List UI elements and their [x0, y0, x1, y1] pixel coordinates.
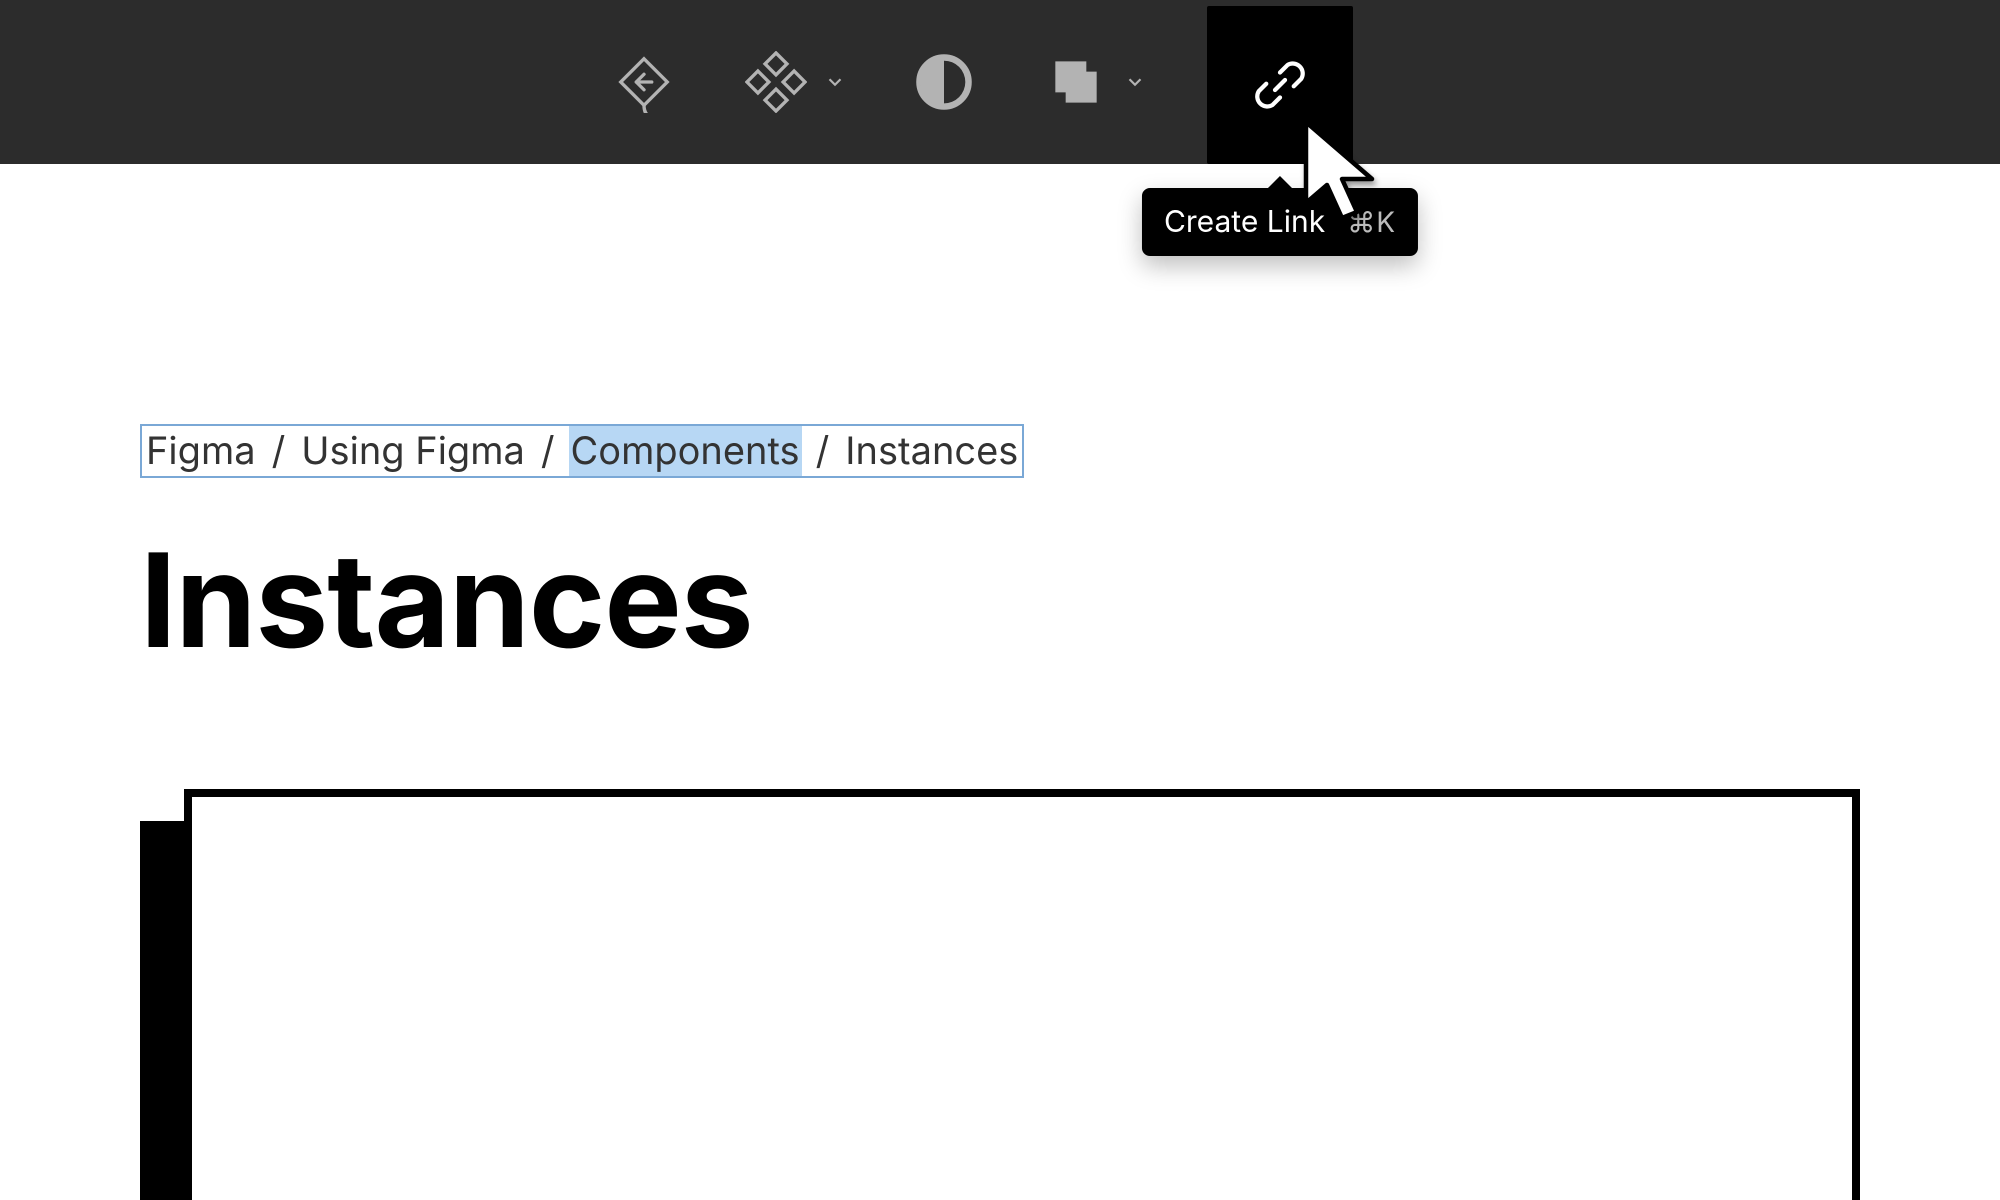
toolbar: Create Link ⌘K: [0, 0, 2000, 164]
mask-button[interactable]: [907, 45, 981, 119]
breadcrumb-item-selected[interactable]: Components: [569, 426, 802, 476]
breadcrumb-item[interactable]: Figma: [144, 426, 258, 476]
create-link-button[interactable]: [1207, 6, 1353, 164]
component-icon: [745, 51, 807, 113]
breadcrumb[interactable]: Figma / Using Figma / Components / Insta…: [140, 424, 1024, 478]
component-button[interactable]: [739, 45, 813, 119]
component-tool-group: [739, 45, 849, 119]
chevron-down-icon: [824, 71, 846, 93]
link-icon: [1250, 55, 1310, 115]
breadcrumb-item[interactable]: Instances: [843, 426, 1020, 476]
breadcrumb-separator: /: [258, 428, 300, 474]
boolean-union-icon: [1045, 51, 1107, 113]
page-title: Instances: [140, 522, 1860, 679]
reset-icon: [613, 51, 675, 113]
component-dropdown[interactable]: [821, 68, 849, 96]
boolean-dropdown[interactable]: [1121, 68, 1149, 96]
illustration: [140, 789, 1860, 1200]
breadcrumb-item[interactable]: Using Figma: [299, 426, 527, 476]
reset-overrides-button[interactable]: [607, 45, 681, 119]
breadcrumb-separator: /: [802, 428, 844, 474]
mask-icon: [913, 51, 975, 113]
chevron-down-icon: [1124, 71, 1146, 93]
boolean-button[interactable]: [1039, 45, 1113, 119]
canvas: Figma / Using Figma / Components / Insta…: [0, 164, 2000, 1200]
illustration-box: [184, 789, 1860, 1200]
boolean-tool-group: [1039, 45, 1149, 119]
link-tool-wrap: Create Link ⌘K: [1207, 0, 1353, 164]
breadcrumb-separator: /: [527, 428, 569, 474]
